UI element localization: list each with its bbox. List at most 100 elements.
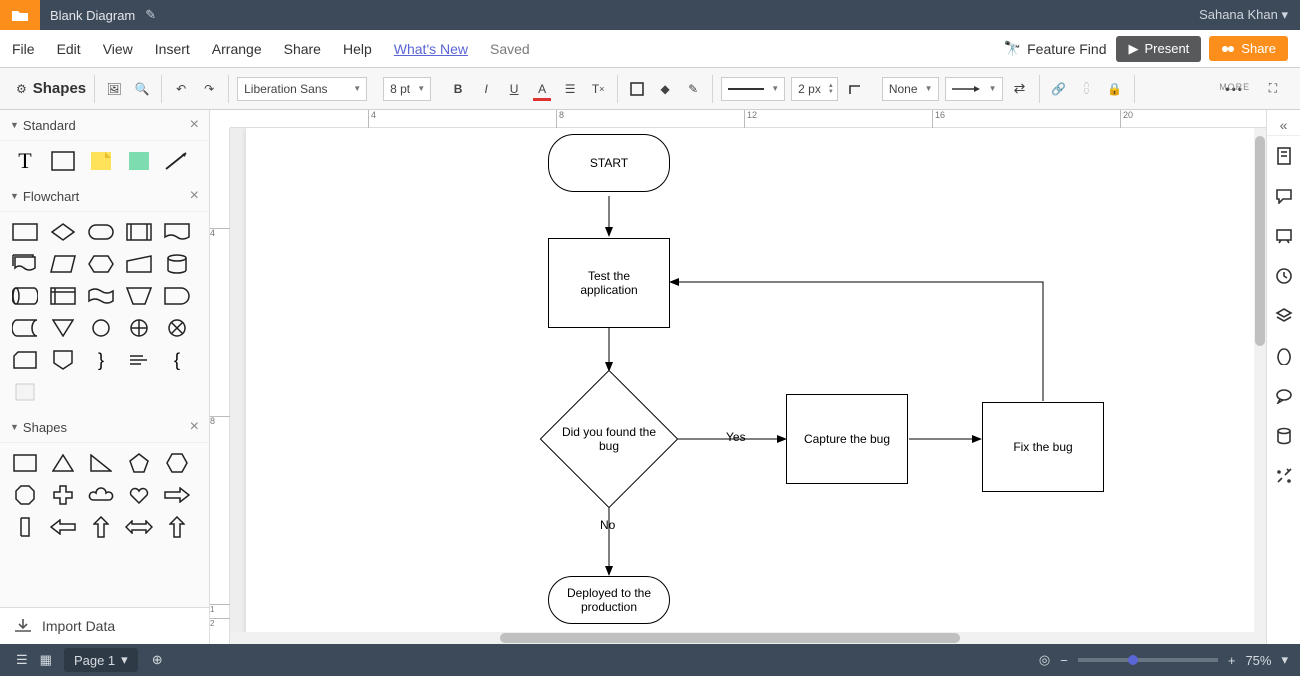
- sh-cloud[interactable]: [86, 483, 116, 507]
- sh-up-arrow2[interactable]: [162, 515, 192, 539]
- add-page-button[interactable]: ⊕: [152, 652, 163, 668]
- fc-data[interactable]: [48, 252, 78, 276]
- node-capture[interactable]: Capture the bug: [786, 394, 908, 484]
- panel-head-flowchart[interactable]: ▼ Flowchart ×: [0, 181, 209, 212]
- node-decision[interactable]: Did you found the bug: [540, 370, 679, 509]
- undo-button[interactable]: ↶: [170, 78, 192, 100]
- line-style-select[interactable]: [721, 77, 785, 101]
- sh-pentagon[interactable]: [124, 451, 154, 475]
- menu-file[interactable]: File: [12, 41, 35, 57]
- fullscreen-button[interactable]: ⛶: [1262, 78, 1284, 100]
- line-width-stepper[interactable]: 2 px: [791, 77, 838, 101]
- rs-chat[interactable]: [1267, 376, 1300, 416]
- font-size-select[interactable]: 8 pt: [383, 77, 431, 101]
- rs-page-settings[interactable]: [1267, 136, 1300, 176]
- page-selector[interactable]: Page 1▾: [64, 648, 138, 672]
- rs-data[interactable]: [1267, 416, 1300, 456]
- shape-line-arrow[interactable]: [162, 149, 192, 173]
- fc-document[interactable]: [162, 220, 192, 244]
- list-view-icon[interactable]: ☰: [16, 652, 28, 668]
- sh-double-arrow[interactable]: [124, 515, 154, 539]
- sh-right-arrow[interactable]: [162, 483, 192, 507]
- feature-find-button[interactable]: 🔭 Feature Find: [1004, 40, 1107, 57]
- rs-comments[interactable]: [1267, 176, 1300, 216]
- sh-rect[interactable]: [10, 451, 40, 475]
- node-start[interactable]: START: [548, 134, 670, 192]
- sh-right-triangle[interactable]: [86, 451, 116, 475]
- fc-brace-left[interactable]: {: [162, 348, 192, 372]
- panel-head-standard[interactable]: ▼ Standard ×: [0, 110, 209, 141]
- sh-heart[interactable]: [124, 483, 154, 507]
- italic-button[interactable]: I: [475, 78, 497, 100]
- insert-image-button[interactable]: 🖼: [103, 78, 125, 100]
- shape-text[interactable]: T: [10, 149, 40, 173]
- node-fix[interactable]: Fix the bug: [982, 402, 1104, 492]
- zoom-reset-icon[interactable]: ◎: [1039, 652, 1050, 668]
- fc-internal-storage[interactable]: [48, 284, 78, 308]
- arrow-start-select[interactable]: None: [882, 77, 939, 101]
- bold-button[interactable]: B: [447, 78, 469, 100]
- fc-multidoc[interactable]: [10, 252, 40, 276]
- rs-layers[interactable]: [1267, 296, 1300, 336]
- scrollbar-horizontal[interactable]: [230, 632, 1266, 644]
- fc-connector[interactable]: [86, 316, 116, 340]
- shapes-panel-toggle[interactable]: Shapes: [33, 80, 86, 97]
- zoom-slider[interactable]: [1078, 658, 1218, 662]
- redo-button[interactable]: ↷: [198, 78, 220, 100]
- menu-view[interactable]: View: [103, 41, 133, 57]
- whats-new-link[interactable]: What's New: [394, 41, 468, 57]
- shape-block[interactable]: [48, 149, 78, 173]
- node-deploy[interactable]: Deployed to the production: [548, 576, 670, 624]
- close-icon[interactable]: ×: [190, 187, 199, 205]
- sh-bracket-shape[interactable]: [10, 515, 40, 539]
- underline-button[interactable]: U: [503, 78, 525, 100]
- present-button[interactable]: ▶ Present: [1116, 36, 1201, 62]
- text-color-button[interactable]: A: [531, 78, 553, 100]
- scrollbar-vertical[interactable]: [1254, 128, 1266, 632]
- fc-manual-op[interactable]: [124, 284, 154, 308]
- more-menu[interactable]: ••• MORE: [1225, 82, 1244, 96]
- share-button[interactable]: Share: [1209, 36, 1288, 61]
- fc-card[interactable]: [10, 348, 40, 372]
- fc-stored-data[interactable]: [10, 316, 40, 340]
- zoom-out-button[interactable]: −: [1060, 653, 1068, 668]
- fc-manual-input[interactable]: [124, 252, 154, 276]
- node-test[interactable]: Test the application: [548, 238, 670, 328]
- sh-octagon[interactable]: [10, 483, 40, 507]
- rename-icon[interactable]: ✎: [145, 7, 156, 23]
- fc-paper-tape[interactable]: [86, 284, 116, 308]
- drawing-page[interactable]: START Test the application Did you found…: [246, 128, 1266, 644]
- collapse-right-panel[interactable]: «: [1267, 114, 1300, 136]
- fc-sum[interactable]: [162, 316, 192, 340]
- rs-themes[interactable]: [1267, 336, 1300, 376]
- fc-swatch[interactable]: [10, 380, 40, 404]
- sh-hexagon2[interactable]: [162, 451, 192, 475]
- line-corner-button[interactable]: [844, 78, 866, 100]
- fc-decision[interactable]: [48, 220, 78, 244]
- zoom-in-button[interactable]: +: [1228, 653, 1236, 668]
- swap-ends-button[interactable]: ⇄: [1009, 78, 1031, 100]
- menu-share[interactable]: Share: [284, 41, 321, 57]
- account-menu[interactable]: Sahana Khan ▾: [1199, 7, 1288, 23]
- fc-direct-data[interactable]: [10, 284, 40, 308]
- lock-button[interactable]: 🔒: [1104, 78, 1126, 100]
- menu-insert[interactable]: Insert: [155, 41, 190, 57]
- clear-format-button[interactable]: T×: [587, 78, 609, 100]
- menu-help[interactable]: Help: [343, 41, 372, 57]
- align-button[interactable]: ☰: [559, 78, 581, 100]
- fc-terminator[interactable]: [86, 220, 116, 244]
- sh-up-arrow[interactable]: [86, 515, 116, 539]
- rs-presentation[interactable]: [1267, 216, 1300, 256]
- shape-hotspot[interactable]: [124, 149, 154, 173]
- fc-or[interactable]: [124, 316, 154, 340]
- fc-process[interactable]: [10, 220, 40, 244]
- sh-left-arrow[interactable]: [48, 515, 78, 539]
- sh-cross[interactable]: [48, 483, 78, 507]
- fc-hexagon[interactable]: [86, 252, 116, 276]
- font-family-select[interactable]: Liberation Sans: [237, 77, 367, 101]
- fc-merge[interactable]: [48, 316, 78, 340]
- fc-delay[interactable]: [162, 284, 192, 308]
- home-folder-button[interactable]: [0, 0, 40, 30]
- link-button[interactable]: 🔗: [1048, 78, 1070, 100]
- import-data-button[interactable]: Import Data: [0, 607, 209, 644]
